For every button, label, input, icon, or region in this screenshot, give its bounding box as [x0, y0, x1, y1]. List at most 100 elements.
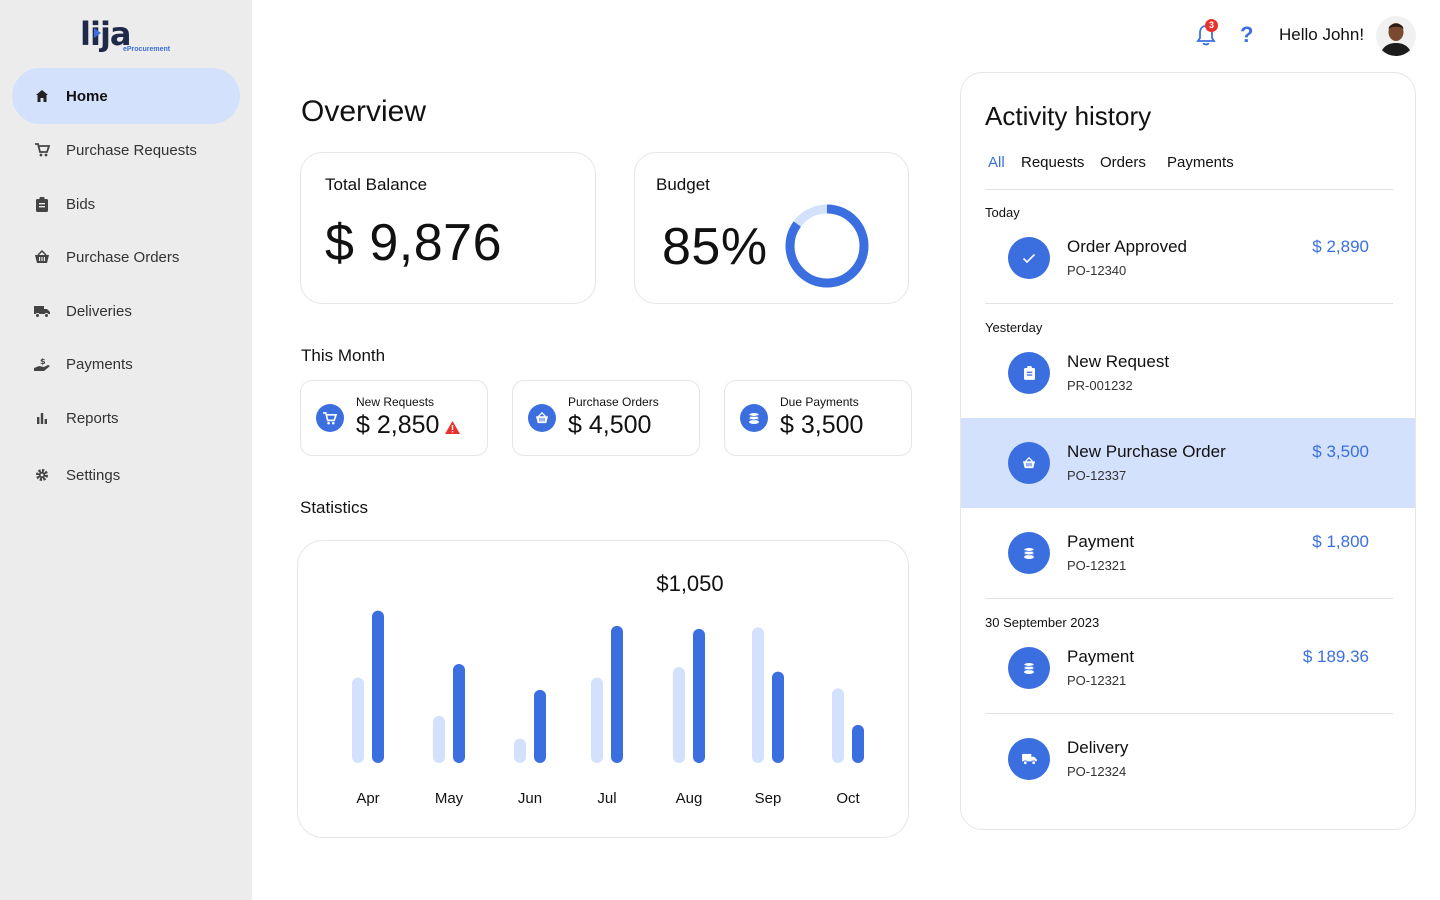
cart-icon — [316, 404, 344, 432]
chart-bar-jul-2[interactable] — [611, 625, 623, 763]
divider — [985, 303, 1393, 304]
chart-bar-aug-2[interactable] — [693, 628, 705, 763]
this-month-title: This Month — [301, 346, 386, 365]
purchase-orders-card[interactable]: Purchase Orders $ 4,500 — [512, 380, 700, 456]
basket-icon — [34, 249, 50, 265]
bar-chart-icon — [34, 410, 50, 426]
svg-text:$: $ — [40, 357, 46, 366]
chart-x-label: Apr — [356, 790, 379, 807]
chart-bar-may-1[interactable] — [433, 715, 445, 763]
basket-icon — [1008, 442, 1050, 484]
chart-bar-sep-1[interactable] — [752, 627, 764, 763]
activity-item-name: Order Approved — [1067, 237, 1188, 256]
chart-bar-jun-1[interactable] — [514, 738, 526, 763]
activity-item[interactable]: Payment PO-12321 $ 189.36 — [961, 623, 1415, 713]
page-title: Overview — [301, 95, 427, 128]
mini-card-label: Purchase Orders — [568, 395, 659, 409]
budget-value: 85% — [662, 218, 768, 276]
sidebar-item-label: Purchase Requests — [66, 141, 197, 159]
budget-label: Budget — [656, 175, 710, 194]
chart-bar-may-2[interactable] — [453, 663, 465, 763]
activity-title: Activity history — [985, 101, 1152, 131]
activity-history-panel: Activity history All Requests Orders Pay… — [960, 72, 1416, 830]
sidebar-item-purchase-requests[interactable]: Purchase Requests — [12, 122, 240, 178]
brand-logo[interactable]: lija eProcurement — [80, 16, 190, 60]
clipboard-icon — [34, 196, 50, 212]
chart-bar-jun-2[interactable] — [534, 689, 546, 763]
statistics-chart-card: $1,050 Apr May Jun Jul Aug Sep Oct — [297, 540, 909, 838]
chart-bar-jul-1[interactable] — [591, 677, 603, 763]
new-requests-card[interactable]: New Requests $ 2,850 — [300, 380, 488, 456]
sidebar-item-label: Bids — [66, 195, 96, 213]
chart-x-label: Sep — [755, 790, 782, 807]
sidebar-item-reports[interactable]: Reports — [12, 390, 240, 446]
activity-item[interactable]: Order Approved PO-12340 $ 2,890 — [961, 213, 1415, 303]
activity-item-ref: PO-12321 — [1067, 673, 1127, 688]
user-greeting: Hello John! — [1279, 25, 1365, 44]
chart-x-label: Jul — [597, 790, 616, 807]
total-balance-value: $ 9,876 — [325, 214, 502, 272]
sidebar-item-purchase-orders[interactable]: Purchase Orders — [12, 229, 240, 285]
chart-x-label: Aug — [676, 790, 703, 807]
activity-item-ref: PO-12340 — [1067, 263, 1127, 278]
statistics-title: Statistics — [300, 498, 369, 517]
sidebar-item-deliveries[interactable]: Deliveries — [12, 283, 240, 339]
sidebar-item-home[interactable]: Home — [12, 68, 240, 124]
tab-all[interactable]: All — [988, 154, 1005, 171]
gear-icon — [34, 467, 50, 483]
chart-bar-oct-2[interactable] — [852, 724, 864, 763]
activity-item-ref: PR-001232 — [1067, 378, 1133, 393]
truck-icon — [34, 303, 50, 319]
mini-card-label: New Requests — [356, 395, 435, 409]
hand-coin-icon: $ — [34, 356, 50, 372]
chart-x-label: Jun — [518, 790, 542, 807]
help-button[interactable]: ? — [1240, 22, 1253, 48]
activity-item-ref: PO-12324 — [1067, 764, 1127, 779]
activity-item[interactable]: Delivery PO-12324 — [961, 714, 1415, 804]
mini-card-value: $ 4,500 — [568, 411, 652, 439]
sidebar-item-payments[interactable]: $ Payments — [12, 336, 240, 392]
chart-bar-aug-1[interactable] — [673, 667, 685, 763]
home-icon — [34, 88, 50, 104]
sidebar-item-settings[interactable]: Settings — [12, 447, 240, 503]
notification-badge: 3 — [1205, 19, 1218, 32]
activity-item-ref: PO-12337 — [1067, 468, 1127, 483]
sidebar-item-bids[interactable]: Bids — [12, 176, 240, 232]
chart-bar-apr-1[interactable] — [352, 677, 364, 763]
total-balance-card: Total Balance $ 9,876 — [300, 152, 596, 304]
activity-item[interactable]: Payment PO-12321 $ 1,800 — [961, 508, 1415, 598]
check-icon — [1008, 237, 1050, 279]
chart-x-label: May — [435, 790, 464, 807]
activity-item-amount: $ 189.36 — [1302, 647, 1369, 666]
chart-bar-oct-1[interactable] — [832, 688, 844, 763]
activity-item-amount: $ 2,890 — [1312, 237, 1369, 256]
tab-payments[interactable]: Payments — [1167, 154, 1234, 171]
sidebar-item-label: Reports — [66, 409, 119, 427]
sidebar-item-label: Settings — [66, 466, 121, 484]
due-payments-card[interactable]: Due Payments $ 3,500 — [724, 380, 912, 456]
activity-item-name: Payment — [1067, 532, 1135, 551]
activity-item-name: Payment — [1067, 647, 1135, 666]
activity-item[interactable]: New Purchase Order PO-12337 $ 3,500 — [961, 418, 1415, 508]
activity-item[interactable]: New Request PR-001232 — [961, 328, 1415, 418]
sidebar: lija eProcurement Home Purchase Requests… — [0, 0, 252, 900]
sidebar-item-label: Home — [66, 87, 108, 105]
chart-bar-apr-2[interactable] — [372, 610, 384, 763]
activity-item-name: New Purchase Order — [1067, 442, 1226, 461]
avatar[interactable] — [1376, 16, 1416, 56]
total-balance-label: Total Balance — [325, 175, 428, 194]
tab-orders[interactable]: Orders — [1100, 154, 1146, 171]
sidebar-item-label: Purchase Orders — [66, 248, 180, 266]
sidebar-item-label: Payments — [66, 355, 133, 373]
activity-item-ref: PO-12321 — [1067, 558, 1127, 573]
mini-card-value: $ 3,500 — [780, 411, 864, 439]
coins-icon — [1008, 532, 1050, 574]
activity-item-amount: $ 1,800 — [1312, 532, 1369, 551]
activity-item-name: Delivery — [1067, 738, 1129, 757]
tab-requests[interactable]: Requests — [1021, 154, 1084, 171]
mini-card-label: Due Payments — [780, 395, 859, 409]
logo-subtitle: eProcurement — [123, 46, 171, 53]
statistics-chart: $1,050 Apr May Jun Jul Aug Sep Oct — [352, 571, 864, 807]
play-icon — [94, 28, 101, 38]
chart-bar-sep-2[interactable] — [772, 671, 784, 763]
